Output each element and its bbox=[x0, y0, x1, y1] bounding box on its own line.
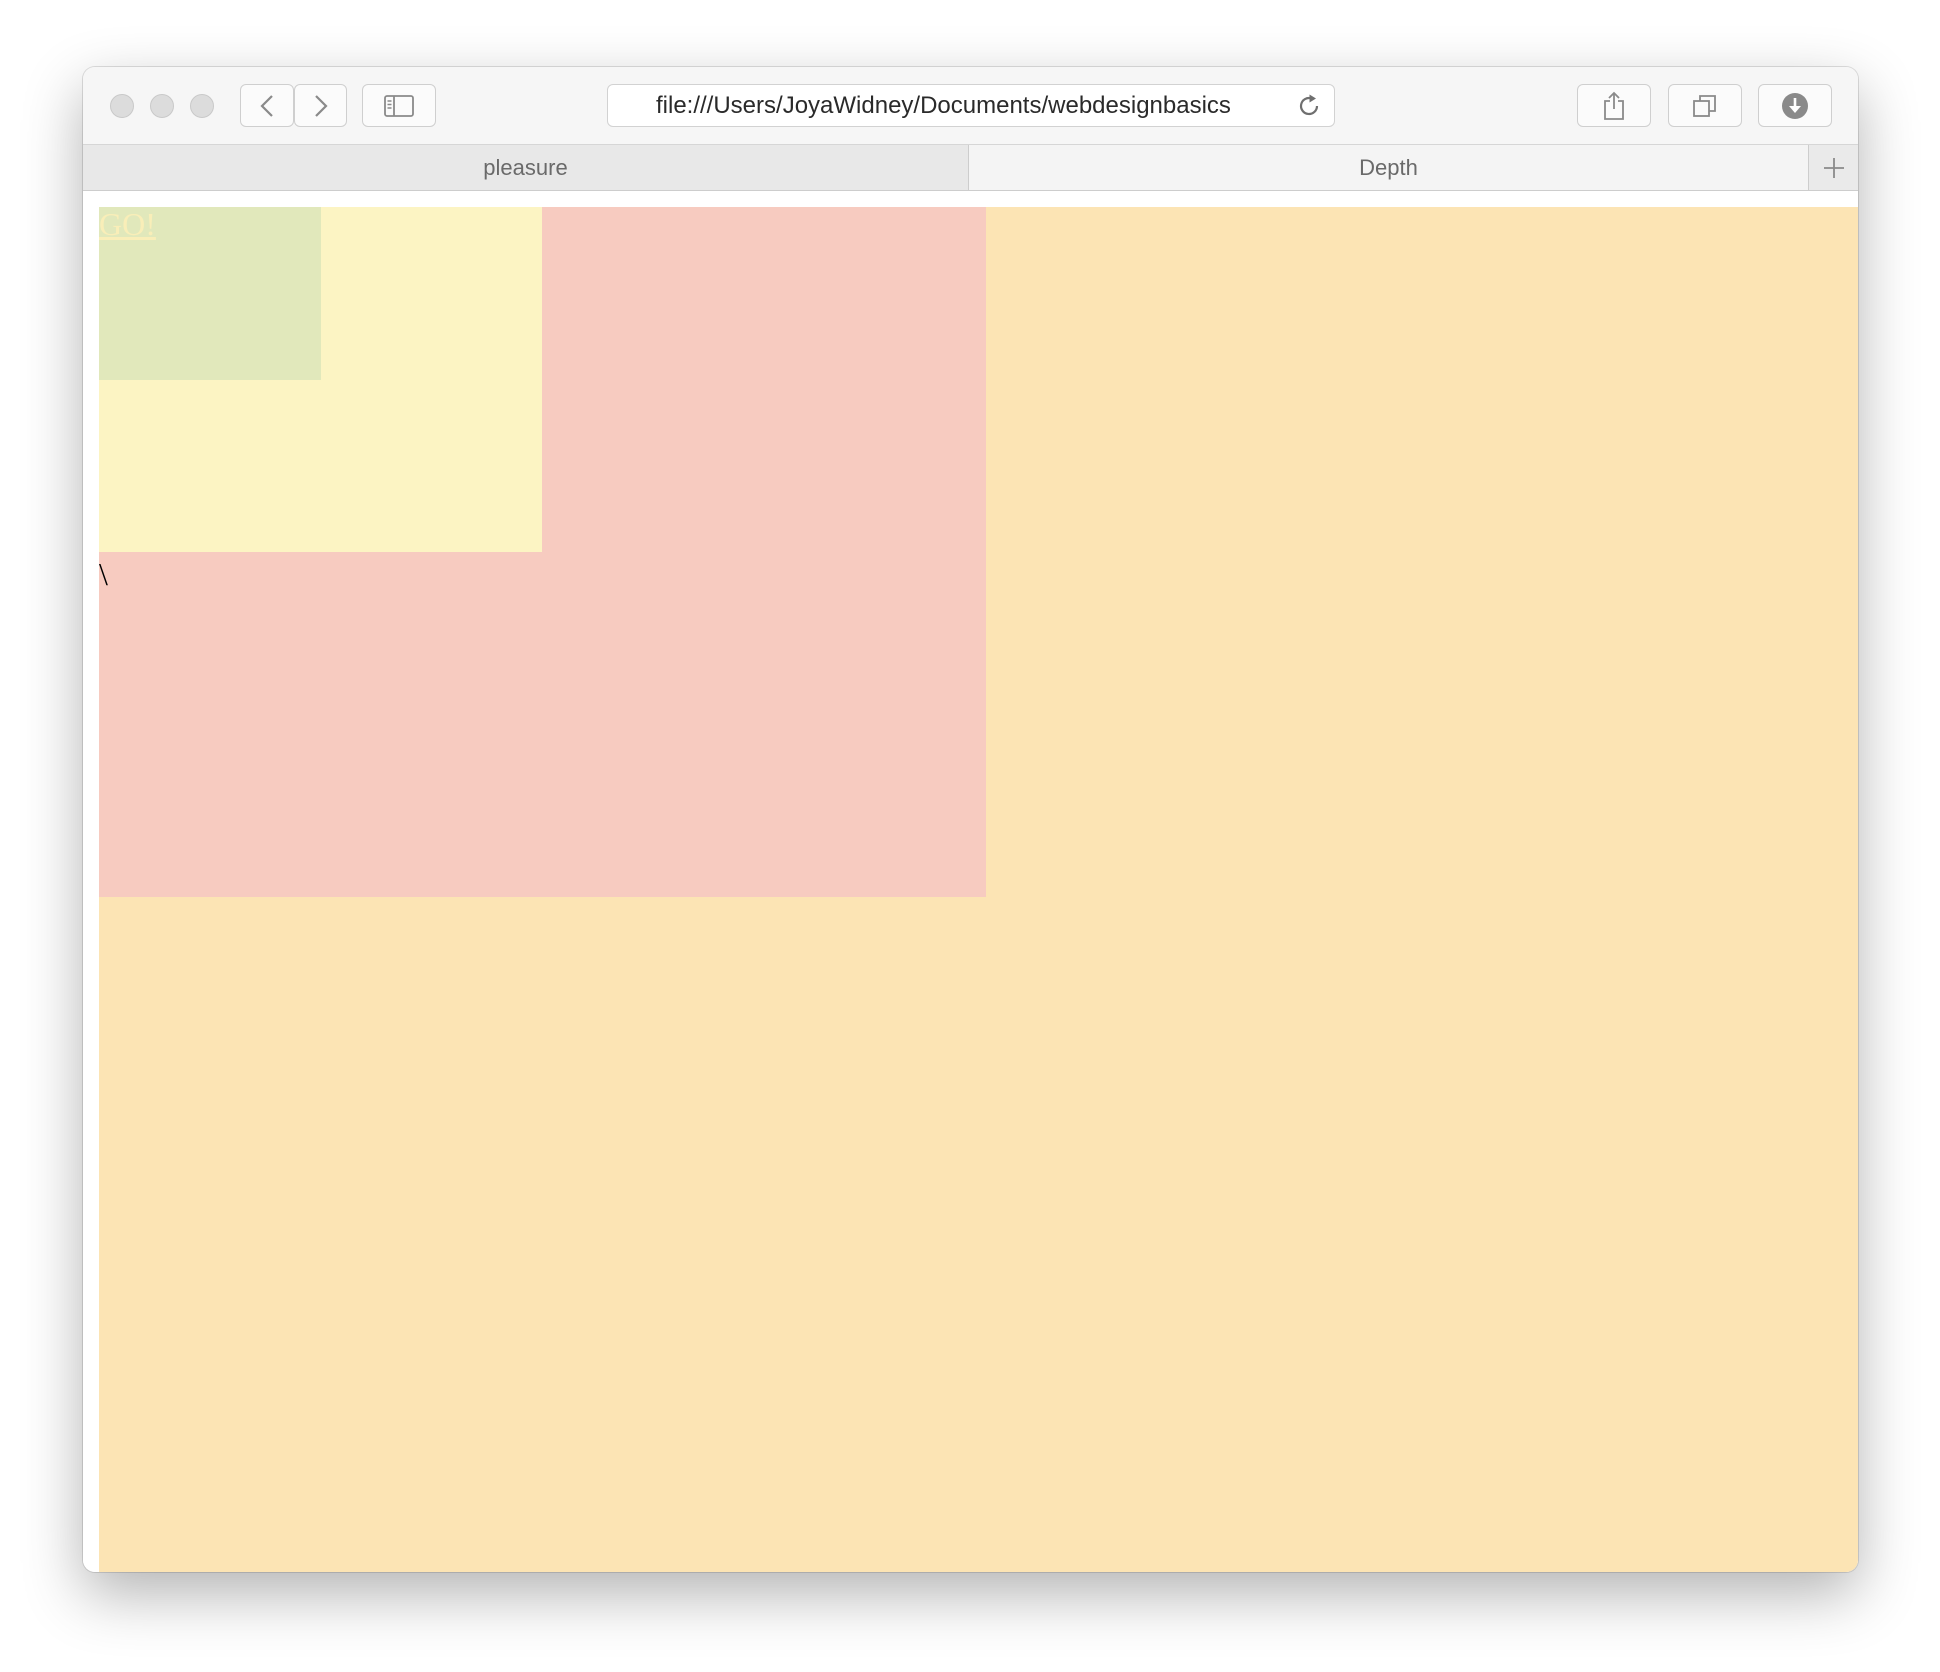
share-icon bbox=[1604, 91, 1624, 120]
new-tab-button[interactable] bbox=[1809, 145, 1858, 190]
chevron-left-icon bbox=[260, 94, 273, 117]
red-box: GO! \ bbox=[99, 207, 986, 897]
tab-pleasure[interactable]: pleasure bbox=[83, 145, 969, 190]
plus-icon bbox=[1823, 157, 1844, 178]
zoom-window-button[interactable] bbox=[190, 94, 214, 118]
yellow-box: GO! bbox=[99, 207, 542, 552]
tabs-overview-button[interactable] bbox=[1668, 84, 1742, 127]
chevron-right-icon bbox=[314, 94, 328, 117]
address-bar[interactable]: file:///Users/JoyaWidney/Documents/webde… bbox=[607, 84, 1335, 127]
close-window-button[interactable] bbox=[110, 94, 134, 118]
outer-box: GO! \ bbox=[99, 207, 1858, 1572]
sidebar-icon bbox=[384, 94, 414, 117]
stray-backslash-text: \ bbox=[99, 556, 108, 592]
forward-button[interactable] bbox=[294, 84, 347, 127]
reload-icon[interactable] bbox=[1296, 93, 1322, 119]
share-button[interactable] bbox=[1577, 84, 1651, 127]
tab-depth[interactable]: Depth bbox=[969, 145, 1809, 190]
go-link[interactable]: GO! bbox=[99, 207, 156, 241]
sidebar-button[interactable] bbox=[362, 84, 436, 127]
page-viewport: GO! \ bbox=[83, 191, 1858, 1572]
minimize-window-button[interactable] bbox=[150, 94, 174, 118]
download-icon bbox=[1782, 92, 1808, 119]
browser-window: file:///Users/JoyaWidney/Documents/webde… bbox=[83, 67, 1858, 1572]
tabs-overview-icon bbox=[1693, 94, 1716, 117]
green-box: GO! bbox=[99, 207, 321, 380]
downloads-button[interactable] bbox=[1758, 84, 1832, 127]
url-text[interactable]: file:///Users/JoyaWidney/Documents/webde… bbox=[656, 85, 1278, 126]
browser-toolbar: file:///Users/JoyaWidney/Documents/webde… bbox=[83, 67, 1858, 145]
tab-bar: pleasure Depth bbox=[83, 145, 1858, 191]
back-button[interactable] bbox=[240, 84, 294, 127]
